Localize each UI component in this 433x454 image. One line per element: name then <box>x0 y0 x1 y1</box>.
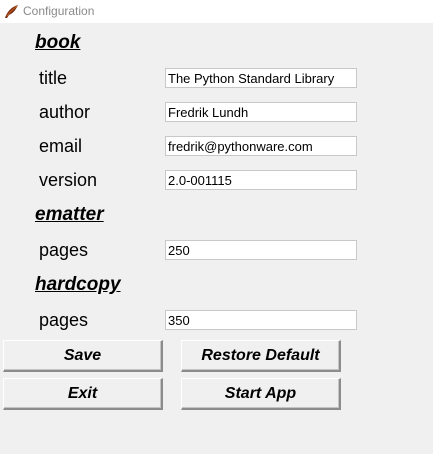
field-label-email: email <box>39 136 83 156</box>
field-label-title: title <box>39 68 68 88</box>
field-label-author: author <box>39 102 91 122</box>
save-button[interactable]: Save <box>3 340 163 372</box>
section-heading-ematter: ematter <box>35 204 104 225</box>
field-label-hardcopy-pages: pages <box>39 310 89 330</box>
version-field[interactable] <box>165 170 357 190</box>
window-title: Configuration <box>23 4 95 18</box>
author-field[interactable] <box>165 102 357 122</box>
start-app-button[interactable]: Start App <box>181 378 341 410</box>
feather-app-icon <box>3 3 20 20</box>
field-label-ematter-pages: pages <box>39 240 89 260</box>
title-bar: Configuration <box>0 0 433 23</box>
email-field[interactable] <box>165 136 357 156</box>
restore-default-button[interactable]: Restore Default <box>181 340 341 372</box>
section-heading-book: book <box>35 32 81 53</box>
section-heading-hardcopy: hardcopy <box>35 274 121 295</box>
title-field[interactable] <box>165 68 357 88</box>
field-label-version: version <box>39 170 98 190</box>
hardcopy-pages-field[interactable] <box>165 310 357 330</box>
ematter-pages-field[interactable] <box>165 240 357 260</box>
exit-button[interactable]: Exit <box>3 378 163 410</box>
